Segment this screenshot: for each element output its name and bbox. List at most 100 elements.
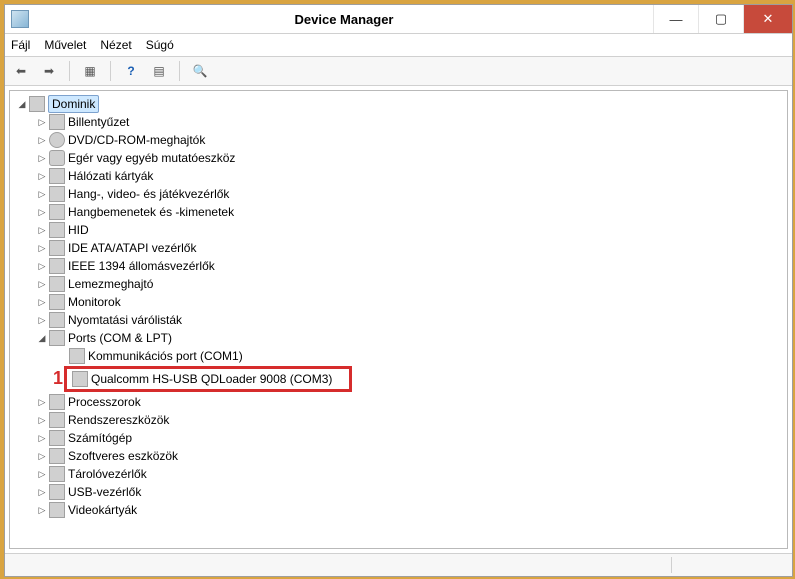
device-category-icon (49, 258, 65, 274)
expander-icon[interactable]: ▷ (36, 206, 48, 218)
window-title: Device Manager (35, 12, 653, 27)
device-category-icon (49, 312, 65, 328)
tree-category[interactable]: ▷Hangbemenetek és -kimenetek (10, 203, 787, 221)
status-bar (5, 553, 792, 576)
toolbar: ⬅ ➡ ▦ ? ▤ 🔍 (5, 57, 792, 86)
expander-icon[interactable]: ▷ (36, 450, 48, 462)
port-icon (69, 348, 85, 364)
device-tree[interactable]: ◢ Dominik ▷Billentyűzet▷DVD/CD-ROM-megha… (9, 90, 788, 549)
tree-category[interactable]: ▷ USB-vezérlők (10, 483, 787, 501)
expander-icon[interactable]: ▷ (36, 296, 48, 308)
close-button[interactable]: ✕ (743, 5, 792, 33)
tree-device-com1[interactable]: Kommunikációs port (COM1) (10, 347, 787, 365)
category-label: DVD/CD-ROM-meghajtók (68, 133, 205, 147)
expander-icon[interactable]: ▷ (36, 188, 48, 200)
scan-icon: 🔍 (193, 64, 208, 78)
tree-category[interactable]: ▷ Tárolóvezérlők (10, 465, 787, 483)
expander-icon[interactable]: ▷ (36, 396, 48, 408)
category-label: Ports (COM & LPT) (68, 331, 172, 345)
device-category-icon (49, 430, 65, 446)
menu-help[interactable]: Súgó (146, 38, 174, 52)
annotation-highlight: Qualcomm HS-USB QDLoader 9008 (COM3) (64, 366, 352, 392)
expander-icon[interactable]: ▷ (36, 242, 48, 254)
tree-category[interactable]: ▷ Hang-, video- és játékvezérlők (10, 185, 787, 203)
properties-button[interactable]: ▤ (147, 59, 171, 83)
tree-device-qdloader[interactable]: Qualcomm HS-USB QDLoader 9008 (COM3) (67, 370, 349, 388)
back-button[interactable]: ⬅ (9, 59, 33, 83)
device-category-icon (49, 186, 65, 202)
category-label: IDE ATA/ATAPI vezérlők (68, 241, 196, 255)
category-label: Egér vagy egyéb mutatóeszköz (68, 151, 235, 165)
arrow-right-icon: ➡ (44, 64, 54, 78)
expander-icon[interactable]: ◢ (16, 98, 28, 110)
device-label: Qualcomm HS-USB QDLoader 9008 (COM3) (91, 372, 332, 386)
expander-icon[interactable]: ▷ (36, 486, 48, 498)
expander-icon[interactable]: ▷ (36, 278, 48, 290)
tree-category[interactable]: ▷ Processzorok (10, 393, 787, 411)
tree-category[interactable]: ▷ HID (10, 221, 787, 239)
category-label: HID (68, 223, 89, 237)
category-label: Nyomtatási várólisták (68, 313, 182, 327)
expander-icon[interactable]: ▷ (36, 224, 48, 236)
expander-icon[interactable]: ▷ (36, 170, 48, 182)
tree-category[interactable]: ▷Szoftveres eszközök (10, 447, 787, 465)
tree-category[interactable]: ▷Rendszereszközök (10, 411, 787, 429)
category-label: Hang-, video- és játékvezérlők (68, 187, 229, 201)
expander-icon[interactable]: ▷ (36, 314, 48, 326)
device-category-icon (49, 150, 65, 166)
expander-icon[interactable]: ◢ (36, 332, 48, 344)
category-label: Tárolóvezérlők (68, 467, 147, 481)
tree-category[interactable]: ▷Hálózati kártyák (10, 167, 787, 185)
tree-category[interactable]: ▷Monitorok (10, 293, 787, 311)
category-label: IEEE 1394 állomásvezérlők (68, 259, 215, 273)
root-label: Dominik (52, 97, 95, 111)
forward-button[interactable]: ➡ (37, 59, 61, 83)
tree-category[interactable]: ▷ Lemezmeghajtó (10, 275, 787, 293)
tree-category[interactable]: ▷ Egér vagy egyéb mutatóeszköz (10, 149, 787, 167)
expander-icon[interactable]: ▷ (36, 116, 48, 128)
tree-category[interactable]: ▷ IDE ATA/ATAPI vezérlők (10, 239, 787, 257)
expander-icon[interactable]: ▷ (36, 152, 48, 164)
category-label: Processzorok (68, 395, 141, 409)
category-label: Lemezmeghajtó (68, 277, 153, 291)
tree-category[interactable]: ▷Videokártyák (10, 501, 787, 519)
device-category-icon (49, 168, 65, 184)
device-label: Kommunikációs port (COM1) (88, 349, 243, 363)
expander-icon[interactable]: ▷ (36, 414, 48, 426)
grid-icon: ▦ (84, 64, 95, 78)
tree-category[interactable]: ▷ DVD/CD-ROM-meghajtók (10, 131, 787, 149)
arrow-left-icon: ⬅ (16, 64, 26, 78)
tree-category[interactable]: ▷Billentyűzet (10, 113, 787, 131)
tree-category[interactable]: ▷ Nyomtatási várólisták (10, 311, 787, 329)
toolbar-separator (110, 61, 111, 81)
expander-icon[interactable]: ▷ (36, 134, 48, 146)
help-button[interactable]: ? (119, 59, 143, 83)
device-category-icon (49, 222, 65, 238)
toolbar-separator (179, 61, 180, 81)
tree-category[interactable]: ▷ Számítógép (10, 429, 787, 447)
category-label: USB-vezérlők (68, 485, 141, 499)
maximize-button[interactable]: ▢ (698, 5, 743, 33)
port-icon (72, 371, 88, 387)
tree-category-ports[interactable]: ◢ Ports (COM & LPT) (10, 329, 787, 347)
expander-icon[interactable]: ▷ (36, 468, 48, 480)
app-icon (11, 10, 29, 28)
scan-hardware-button[interactable]: 🔍 (188, 59, 212, 83)
toolbar-separator (69, 61, 70, 81)
device-category-icon (49, 484, 65, 500)
titlebar[interactable]: Device Manager — ▢ ✕ (5, 5, 792, 34)
expander-icon[interactable]: ▷ (36, 504, 48, 516)
show-hidden-button[interactable]: ▦ (78, 59, 102, 83)
expander-icon[interactable]: ▷ (36, 260, 48, 272)
expander-icon[interactable]: ▷ (36, 432, 48, 444)
tree-category[interactable]: ▷ IEEE 1394 állomásvezérlők (10, 257, 787, 275)
menu-file[interactable]: Fájl (11, 38, 30, 52)
tree-root[interactable]: ◢ Dominik (10, 95, 787, 113)
category-label: Számítógép (68, 431, 132, 445)
minimize-button[interactable]: — (653, 5, 698, 33)
menu-action[interactable]: Művelet (44, 38, 86, 52)
device-category-icon (49, 466, 65, 482)
device-manager-window: Device Manager — ▢ ✕ Fájl Művelet Nézet … (4, 4, 793, 577)
menu-view[interactable]: Nézet (100, 38, 131, 52)
properties-icon: ▤ (153, 64, 164, 78)
